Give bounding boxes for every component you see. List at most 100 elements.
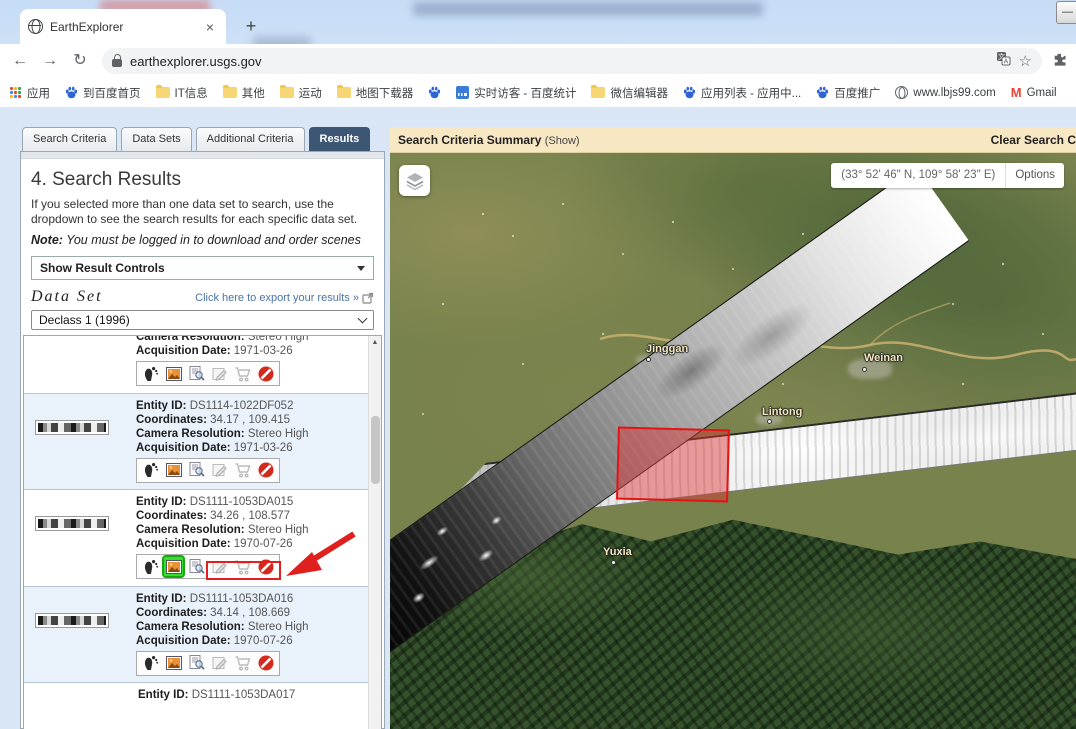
order-unavailable-icon[interactable] (256, 654, 275, 673)
show-footprint-icon[interactable] (141, 364, 160, 383)
back-icon[interactable]: ← (8, 49, 32, 73)
export-results-link[interactable]: Click here to export your results » (195, 292, 374, 304)
show-browse-overlay-icon[interactable] (164, 364, 183, 383)
map-layers-button[interactable] (399, 165, 430, 196)
scene-thumbnail[interactable] (36, 421, 108, 434)
order-unavailable-icon[interactable] (256, 461, 275, 480)
scrollbar-thumb[interactable] (371, 416, 380, 484)
download-options-icon[interactable] (210, 654, 229, 673)
baidu-paw-icon (428, 86, 441, 99)
bookmark-baidu-promo[interactable]: 百度推广 (816, 85, 880, 101)
show-browse-overlay-icon[interactable] (164, 461, 183, 480)
summary-title: Search Criteria Summary (398, 133, 541, 147)
bookmark-gmail[interactable]: MGmail (1011, 85, 1057, 100)
bookmark-apps[interactable]: 应用 (10, 85, 50, 101)
bookmark-baidu[interactable] (428, 86, 441, 99)
show-metadata-icon[interactable] (187, 364, 206, 383)
translate-icon[interactable]: 文A (996, 51, 1011, 71)
forward-icon[interactable]: → (38, 49, 62, 73)
scene-thumbnail[interactable] (36, 517, 108, 530)
show-browse-overlay-icon[interactable] (164, 654, 183, 673)
city-marker-dot (767, 419, 772, 424)
bookmark-map-downloader[interactable]: 地图下载器 (337, 85, 414, 101)
show-footprint-icon[interactable] (141, 557, 160, 576)
city-marker-dot (646, 357, 651, 362)
tab-results[interactable]: Results (309, 127, 371, 151)
bookmark-baidu-home[interactable]: 到百度首页 (65, 85, 141, 101)
browser-tab-earthexplorer[interactable]: EarthExplorer × (20, 9, 226, 44)
bookmark-star-icon[interactable]: ☆ (1019, 52, 1032, 70)
chart-icon (456, 86, 469, 99)
folder-icon (591, 87, 605, 98)
scroll-up-icon[interactable]: ▲ (369, 336, 381, 350)
map-options-button[interactable]: Options (1006, 163, 1064, 188)
result-row[interactable]: Entity ID: DS1114-1022DF052 Coordinates:… (24, 394, 381, 491)
reload-icon[interactable]: ↻ (68, 49, 92, 73)
bookmark-app-list[interactable]: 应用列表 - 应用中... (683, 85, 801, 101)
bookmark-baidu-tongji[interactable]: 实时访客 - 百度统计 (456, 85, 576, 101)
clear-search-button[interactable]: Clear Search C (991, 133, 1076, 147)
bookmark-lbjs99[interactable]: www.lbjs99.com (895, 86, 995, 99)
order-unavailable-icon[interactable] (256, 364, 275, 383)
show-footprint-icon[interactable] (141, 654, 160, 673)
summary-show-toggle[interactable]: (Show) (545, 135, 580, 147)
city-marker-dot (862, 367, 867, 372)
city-marker-dot (611, 560, 616, 565)
results-scrollbar[interactable]: ▲ (368, 336, 381, 729)
bookmark-wechat-editor[interactable]: 微信编辑器 (591, 85, 668, 101)
show-metadata-icon[interactable] (187, 654, 206, 673)
close-tab-icon[interactable]: × (202, 19, 218, 35)
apps-grid-icon (10, 87, 22, 99)
svg-text:A: A (1003, 59, 1008, 66)
bookmark-other[interactable]: 其他 (223, 85, 265, 101)
show-result-controls-dropdown[interactable]: Show Result Controls (31, 256, 374, 280)
show-browse-overlay-icon-active[interactable] (164, 557, 183, 576)
show-metadata-icon[interactable] (187, 461, 206, 480)
dataset-select[interactable]: Declass 1 (1996) (31, 310, 374, 330)
cursor-coordinates: (33° 52' 46" N, 109° 58' 23" E) (831, 163, 1006, 188)
city-label: Yuxia (603, 546, 632, 558)
tab-data-sets[interactable]: Data Sets (121, 127, 191, 151)
lock-icon (112, 59, 122, 67)
chevron-down-icon (358, 313, 368, 323)
tab-title: EarthExplorer (50, 20, 195, 34)
page-title: 4. Search Results (31, 169, 374, 191)
result-row[interactable]: Entity ID: DS1111-1053DA016 Coordinates:… (24, 587, 381, 684)
bookmarks-bar: 应用 到百度首页 IT信息 其他 运动 地图下载器 实时访客 - 百度统计 微信… (0, 78, 1076, 108)
village-dots (482, 213, 484, 215)
url-text[interactable]: earthexplorer.usgs.gov (130, 54, 988, 69)
show-metadata-icon[interactable] (187, 557, 206, 576)
minimize-window-button[interactable]: — (1056, 1, 1076, 24)
annotation-arrow (282, 526, 366, 582)
city-label: Lintong (762, 406, 802, 418)
background-window-artifact (413, 2, 763, 16)
map-viewport[interactable]: Jinggan Weinan Lintong Yuxia (33° 52' 46… (390, 153, 1076, 729)
scene-thumbnail[interactable] (36, 614, 108, 627)
bookmark-sports[interactable]: 运动 (280, 85, 322, 101)
folder-icon (223, 87, 237, 98)
browser-window: { "browser": { "tab_title": "EarthExplor… (0, 0, 1076, 729)
result-row[interactable]: Coordinates: 34.29 , 109.391 Camera Reso… (24, 335, 381, 394)
globe-icon (895, 86, 908, 99)
tab-search-criteria[interactable]: Search Criteria (22, 127, 117, 151)
extensions-puzzle-icon[interactable] (1052, 53, 1068, 69)
earthexplorer-page: Search Criteria Data Sets Additional Cri… (0, 108, 1076, 729)
download-options-icon[interactable] (210, 364, 229, 383)
show-footprint-icon[interactable] (141, 461, 160, 480)
baidu-paw-icon (683, 86, 696, 99)
selected-scene-footprint[interactable] (616, 427, 730, 503)
tab-additional-criteria[interactable]: Additional Criteria (196, 127, 305, 151)
address-bar[interactable]: earthexplorer.usgs.gov 文A ☆ (102, 48, 1042, 74)
annotation-box (206, 561, 281, 580)
download-options-icon[interactable] (210, 461, 229, 480)
bookmark-it-info[interactable]: IT信息 (156, 85, 208, 101)
add-to-cart-icon[interactable] (233, 654, 252, 673)
baidu-paw-icon (816, 86, 829, 99)
results-intro-text: If you selected more than one data set t… (31, 197, 374, 227)
add-to-cart-icon[interactable] (233, 364, 252, 383)
browser-toolbar: ← → ↻ earthexplorer.usgs.gov 文A ☆ (0, 44, 1076, 78)
dataset-label: Data Set (31, 288, 103, 306)
result-row[interactable]: Entity ID: DS1111-1053DA017 (24, 683, 381, 707)
folder-icon (337, 87, 351, 98)
add-to-cart-icon[interactable] (233, 461, 252, 480)
